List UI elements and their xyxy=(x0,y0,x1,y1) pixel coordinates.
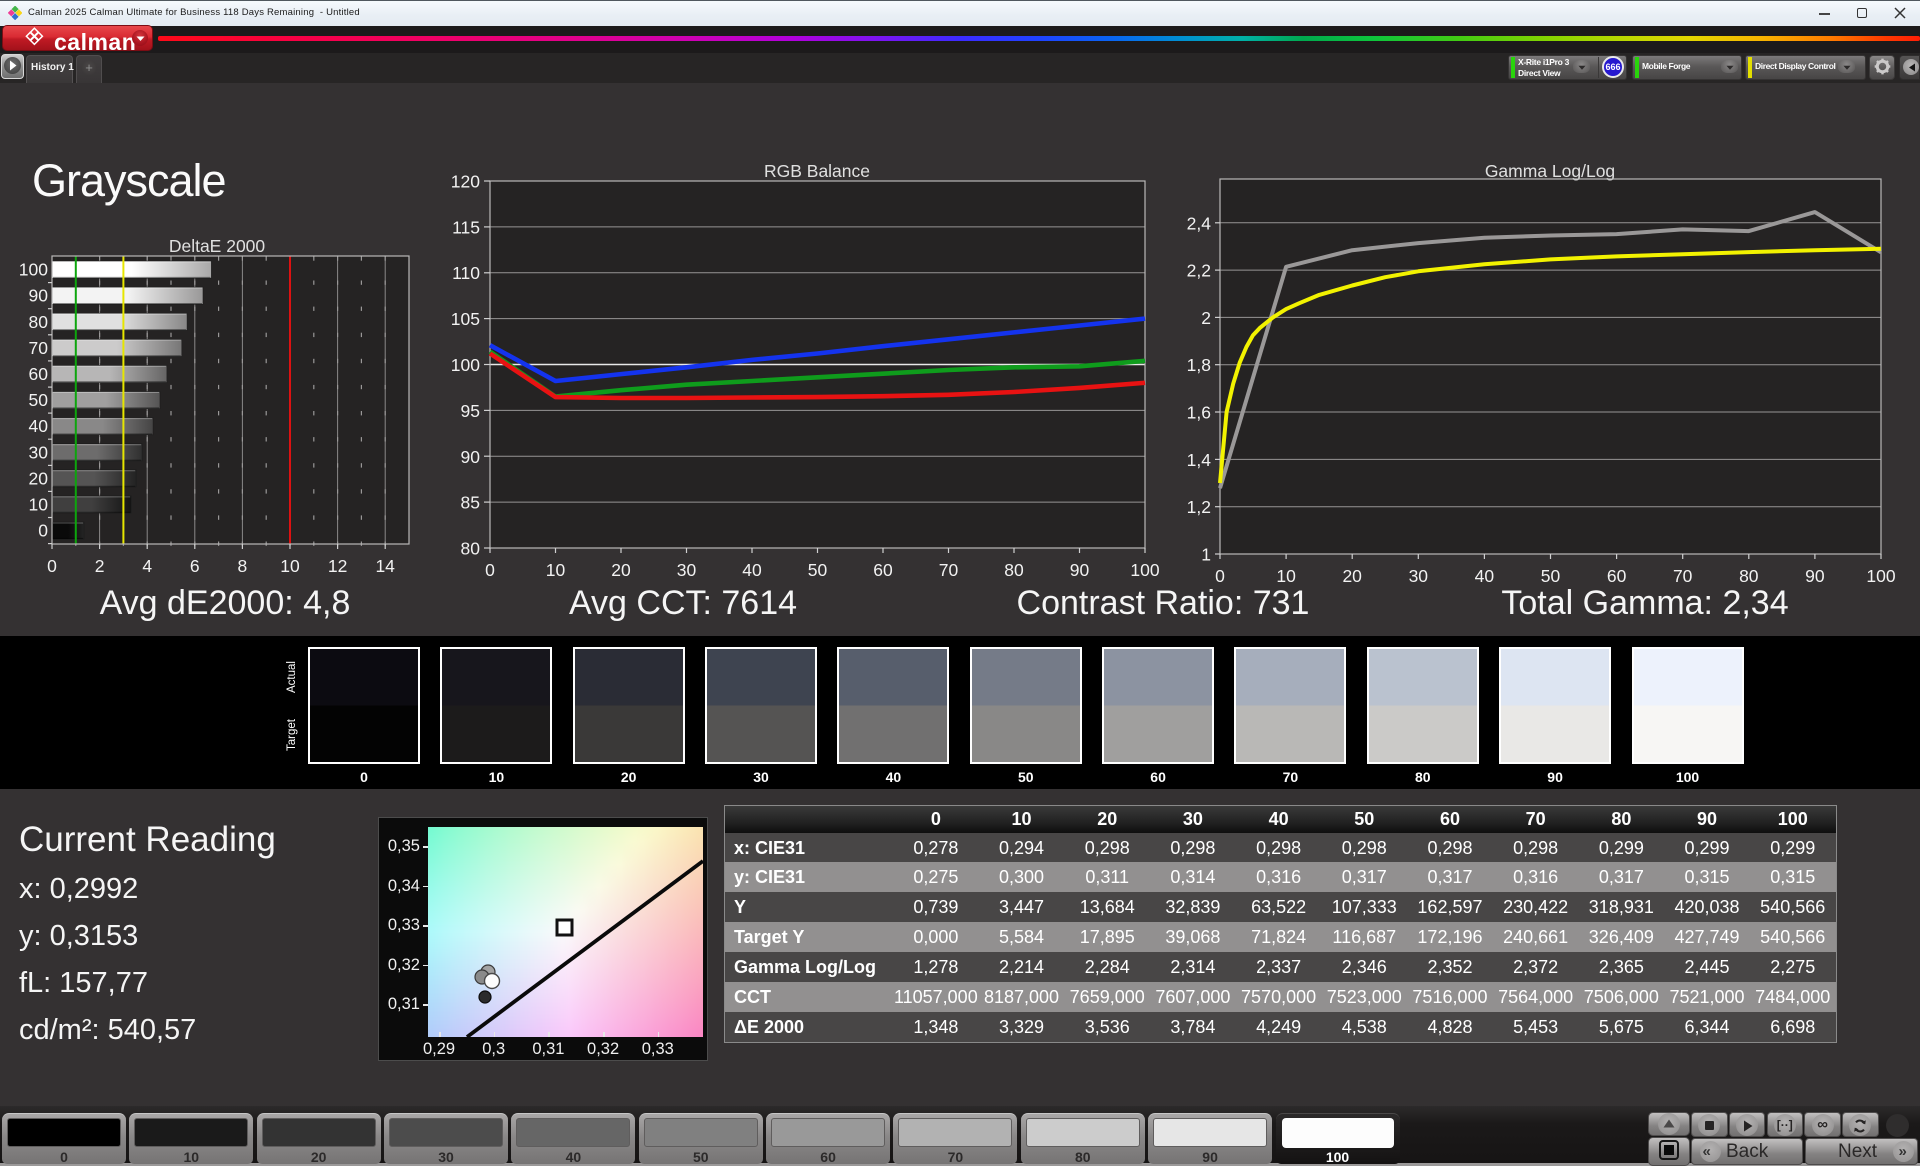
svg-text:20: 20 xyxy=(1342,566,1362,586)
svg-text:90: 90 xyxy=(461,447,481,467)
svg-text:1,8: 1,8 xyxy=(1187,355,1211,375)
svg-text:2,2: 2,2 xyxy=(1187,261,1211,281)
svg-text:0: 0 xyxy=(1215,566,1225,586)
svg-text:115: 115 xyxy=(452,217,480,237)
svg-text:1,6: 1,6 xyxy=(1187,403,1211,423)
svg-text:110: 110 xyxy=(452,263,480,283)
svg-text:85: 85 xyxy=(461,493,480,513)
svg-text:50: 50 xyxy=(1541,566,1561,586)
svg-text:105: 105 xyxy=(451,309,480,329)
svg-text:10: 10 xyxy=(546,560,566,580)
svg-text:2: 2 xyxy=(1201,308,1211,328)
svg-text:RGB Balance: RGB Balance xyxy=(764,161,870,181)
svg-text:2,4: 2,4 xyxy=(1187,213,1212,233)
svg-text:70: 70 xyxy=(1673,566,1693,586)
svg-text:1,2: 1,2 xyxy=(1187,497,1211,517)
svg-text:90: 90 xyxy=(1070,560,1090,580)
svg-text:90: 90 xyxy=(1805,566,1825,586)
svg-text:20: 20 xyxy=(611,560,631,580)
svg-text:60: 60 xyxy=(873,560,893,580)
svg-text:50: 50 xyxy=(808,560,828,580)
svg-text:70: 70 xyxy=(939,560,959,580)
svg-text:1,4: 1,4 xyxy=(1187,450,1212,470)
svg-text:120: 120 xyxy=(451,172,480,192)
svg-text:Gamma Log/Log: Gamma Log/Log xyxy=(1485,161,1615,181)
svg-text:80: 80 xyxy=(461,539,481,559)
svg-text:40: 40 xyxy=(1475,566,1495,586)
svg-text:1: 1 xyxy=(1201,545,1211,565)
svg-text:100: 100 xyxy=(1866,566,1895,586)
svg-text:30: 30 xyxy=(677,560,697,580)
svg-text:80: 80 xyxy=(1004,560,1024,580)
svg-text:95: 95 xyxy=(461,401,480,421)
svg-text:30: 30 xyxy=(1409,566,1429,586)
svg-text:100: 100 xyxy=(451,355,480,375)
svg-text:40: 40 xyxy=(742,560,762,580)
svg-text:80: 80 xyxy=(1739,566,1759,586)
svg-text:60: 60 xyxy=(1607,566,1627,586)
svg-text:0: 0 xyxy=(485,560,495,580)
svg-text:100: 100 xyxy=(1130,560,1159,580)
svg-text:10: 10 xyxy=(1276,566,1296,586)
